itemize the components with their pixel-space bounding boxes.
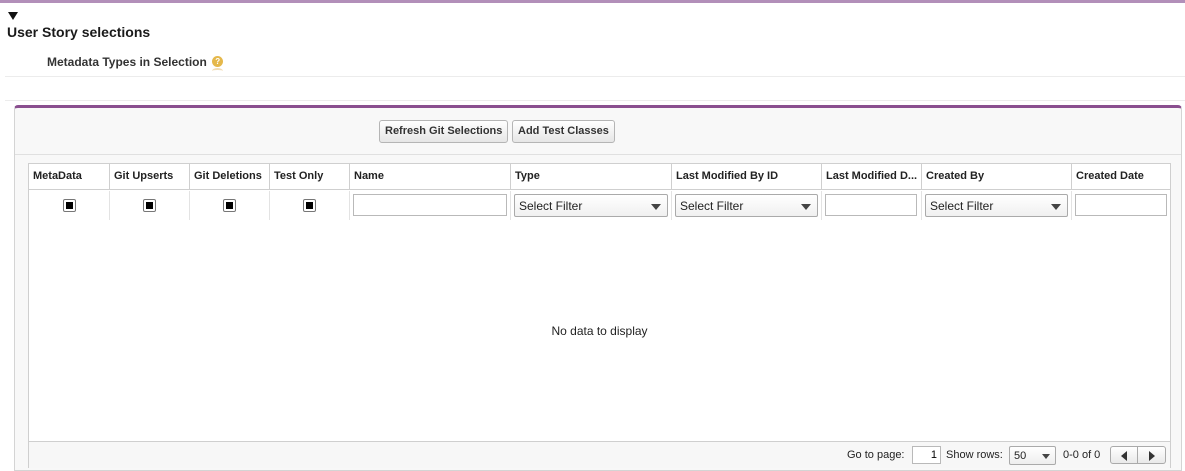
filter-cell-type: Select Filter: [510, 191, 671, 220]
empty-state-message: No data to display: [551, 324, 648, 338]
subsection-divider: [5, 76, 1185, 77]
help-icon[interactable]: ?: [212, 56, 224, 68]
top-divider: [0, 0, 1185, 3]
created-by-filter-value: Select Filter: [930, 199, 994, 213]
button-bar: Refresh Git Selections Add Test Classes: [15, 108, 1181, 155]
created-date-filter-input[interactable]: [1075, 194, 1167, 216]
selection-panel: Refresh Git Selections Add Test Classes …: [14, 105, 1182, 471]
name-filter-input[interactable]: [353, 194, 507, 216]
column-header-name[interactable]: Name: [349, 164, 510, 189]
chevron-right-icon: [1149, 451, 1155, 461]
grid-filter-row: Select Filter Select Filter Select Filte…: [29, 191, 1170, 220]
metadata-types-header: Metadata Types in Selection ?: [47, 55, 224, 69]
git-deletions-filter-checkbox[interactable]: [223, 199, 236, 212]
chevron-down-icon: [1042, 454, 1050, 459]
column-header-last-modified-by-id[interactable]: Last Modified By ID: [671, 164, 821, 189]
column-header-test-only[interactable]: Test Only: [269, 164, 349, 189]
caret-down-icon[interactable]: [8, 12, 18, 21]
goto-page-input[interactable]: [912, 446, 941, 464]
last-modified-date-filter-input[interactable]: [825, 194, 917, 216]
goto-page-label: Go to page:: [847, 449, 905, 461]
column-header-metadata[interactable]: MetaData: [29, 164, 109, 189]
filter-cell-name: [349, 191, 510, 220]
column-header-created-by[interactable]: Created By: [921, 164, 1071, 189]
subsection-divider-bottom: [5, 100, 1185, 101]
pagination-bar: Go to page: Show rows: 50 0-0 of 0: [29, 441, 1170, 468]
filter-cell-git-upserts: [109, 191, 189, 220]
show-rows-select[interactable]: 50: [1009, 446, 1056, 465]
type-filter-value: Select Filter: [519, 199, 583, 213]
last-modified-by-filter-select[interactable]: Select Filter: [675, 194, 818, 217]
add-test-classes-button[interactable]: Add Test Classes: [512, 120, 615, 143]
next-page-button[interactable]: [1138, 446, 1166, 464]
column-header-last-modified-date[interactable]: Last Modified D...: [821, 164, 921, 189]
column-header-created-date[interactable]: Created Date: [1071, 164, 1170, 189]
filter-cell-created-date: [1071, 191, 1170, 220]
record-range: 0-0 of 0: [1063, 449, 1101, 461]
type-filter-select[interactable]: Select Filter: [514, 194, 668, 217]
last-modified-by-filter-value: Select Filter: [680, 199, 744, 213]
column-header-type[interactable]: Type: [510, 164, 671, 189]
chevron-left-icon: [1121, 451, 1127, 461]
git-upserts-filter-checkbox[interactable]: [143, 199, 156, 212]
filter-cell-test-only: [269, 191, 349, 220]
show-rows-value: 50: [1014, 450, 1027, 462]
filter-cell-git-deletions: [189, 191, 269, 220]
created-by-filter-select[interactable]: Select Filter: [925, 194, 1068, 217]
show-rows-label: Show rows:: [946, 449, 1003, 461]
column-header-git-upserts[interactable]: Git Upserts: [109, 164, 189, 189]
filter-cell-created-by: Select Filter: [921, 191, 1071, 220]
help-icon-shadow: [212, 68, 223, 74]
refresh-git-selections-button[interactable]: Refresh Git Selections: [379, 120, 509, 143]
section-title: User Story selections: [7, 24, 151, 40]
test-only-filter-checkbox[interactable]: [303, 199, 316, 212]
grid-header-row: MetaData Git Upserts Git Deletions Test …: [29, 164, 1170, 190]
chevron-down-icon: [1051, 204, 1061, 210]
metadata-grid: MetaData Git Upserts Git Deletions Test …: [28, 163, 1171, 468]
filter-cell-last-modified-by-id: Select Filter: [671, 191, 821, 220]
chevron-down-icon: [651, 204, 661, 210]
previous-page-button[interactable]: [1110, 446, 1138, 464]
chevron-down-icon: [801, 204, 811, 210]
filter-cell-last-modified-date: [821, 191, 921, 220]
metadata-types-label: Metadata Types in Selection: [47, 55, 207, 69]
metadata-filter-checkbox[interactable]: [63, 199, 76, 212]
column-header-git-deletions[interactable]: Git Deletions: [189, 164, 269, 189]
filter-cell-metadata: [29, 191, 109, 220]
